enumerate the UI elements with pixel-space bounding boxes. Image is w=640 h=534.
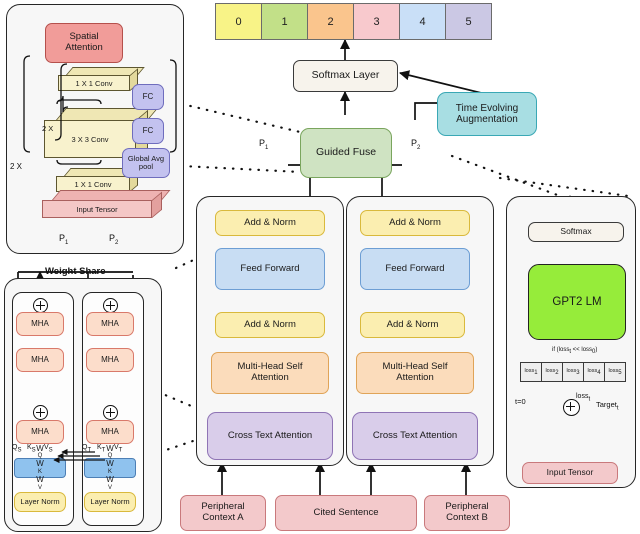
- add-norm-label: Add & Norm: [244, 318, 296, 330]
- loss-sequence-row: loss1 loss2 loss3 loss4 loss5: [520, 362, 626, 382]
- gpt2-input-tensor-label: Input Tensor: [546, 467, 594, 478]
- class-cell-1[interactable]: 1: [261, 3, 308, 40]
- add-norm-top-a[interactable]: Add & Norm: [215, 210, 325, 236]
- loss-cell-label: loss3: [566, 367, 580, 377]
- softmax-layer-label: Softmax Layer: [311, 69, 380, 82]
- class-cell-4[interactable]: 4: [399, 3, 446, 40]
- gpt2-lm-label: GPT2 LM: [552, 295, 602, 308]
- multi-head-self-attention-a[interactable]: Multi-Head Self Attention: [211, 352, 329, 394]
- gpt2-input-tensor-box[interactable]: Input Tensor: [522, 462, 618, 484]
- loss-cell-2: loss2: [541, 362, 563, 382]
- qkv-crosslinks: [53, 448, 105, 464]
- loss-cell-label: loss5: [608, 367, 622, 377]
- add-norm-label: Add & Norm: [244, 216, 296, 228]
- loss-cell-4: loss4: [583, 362, 605, 382]
- mhsa-line2: Attention: [396, 372, 434, 383]
- architecture-diagram: 0 1 2 3 4 5 Softmax Layer Guided Fuse Time Ev…: [0, 0, 640, 534]
- cited-sentence-box[interactable]: Cited Sentence: [275, 495, 417, 531]
- class-cell-2[interactable]: 2: [307, 3, 354, 40]
- gpt2-add-node: [563, 399, 580, 416]
- peripheral-context-b-box[interactable]: Peripheral Context B: [424, 495, 510, 531]
- peripheral-context-a-box[interactable]: Peripheral Context A: [180, 495, 266, 531]
- class-cell-3[interactable]: 3: [353, 3, 400, 40]
- time-evolving-augmentation-box[interactable]: Time Evolving Augmentation: [437, 92, 537, 136]
- loss-cell-label: loss1: [524, 367, 538, 377]
- feed-forward-label: Feed Forward: [240, 262, 300, 274]
- cross-text-attention-b[interactable]: Cross Text Attention: [352, 412, 478, 460]
- loss-cell-label: loss4: [587, 367, 601, 377]
- p1-center-label: P1: [259, 138, 269, 151]
- softmax-layer-box[interactable]: Softmax Layer: [293, 60, 398, 92]
- gpt2-lm-box[interactable]: GPT2 LM: [528, 264, 626, 340]
- add-norm-bottom-a[interactable]: Add & Norm: [215, 312, 325, 338]
- feed-forward-a[interactable]: Feed Forward: [215, 248, 325, 290]
- loss-cell-5: loss5: [604, 362, 626, 382]
- cross-text-attention-label: Cross Text Attention: [372, 429, 458, 441]
- t-zero-label: t=0: [515, 397, 526, 406]
- class-cell-label: 4: [419, 15, 426, 28]
- add-norm-label: Add & Norm: [389, 216, 441, 228]
- add-norm-bottom-b[interactable]: Add & Norm: [360, 312, 465, 338]
- class-cell-label: 3: [373, 15, 380, 28]
- p2-center-label: P2: [411, 138, 421, 151]
- loss-condition-label: if (losst << loss0): [552, 347, 598, 356]
- feed-forward-b[interactable]: Feed Forward: [360, 248, 470, 290]
- class-probability-strip: 0 1 2 3 4 5: [215, 3, 492, 40]
- guided-fuse-label: Guided Fuse: [315, 146, 377, 159]
- class-cell-0[interactable]: 0: [215, 3, 262, 40]
- add-norm-top-b[interactable]: Add & Norm: [360, 210, 470, 236]
- gpt2-softmax-box[interactable]: Softmax: [528, 222, 624, 242]
- gpt2-softmax-label: Softmax: [560, 226, 592, 237]
- class-cell-label: 2: [327, 15, 334, 28]
- class-cell-label: 1: [281, 15, 288, 28]
- input-line2: Context B: [446, 512, 488, 523]
- time-evolving-line2: Augmentation: [456, 114, 518, 125]
- loss-cell-label: loss2: [545, 367, 559, 377]
- class-cell-label: 5: [465, 15, 472, 28]
- target-label: Targett: [596, 400, 619, 412]
- time-evolving-line1: Time Evolving: [455, 102, 519, 114]
- input-line1: Cited Sentence: [313, 506, 379, 518]
- class-cell-5[interactable]: 5: [445, 3, 492, 40]
- mhsa-line2: Attention: [251, 372, 289, 383]
- loss-cell-1: loss1: [520, 362, 542, 382]
- guided-fuse-box[interactable]: Guided Fuse: [300, 128, 392, 178]
- add-norm-label: Add & Norm: [386, 318, 439, 330]
- feed-forward-label: Feed Forward: [385, 262, 445, 274]
- multi-head-self-attention-b[interactable]: Multi-Head Self Attention: [356, 352, 474, 394]
- cross-text-attention-a[interactable]: Cross Text Attention: [207, 412, 333, 460]
- loss-t-label: losst: [576, 393, 591, 403]
- cross-text-attention-label: Cross Text Attention: [227, 429, 313, 441]
- input-line2: Context A: [202, 512, 244, 523]
- loss-cell-3: loss3: [562, 362, 584, 382]
- class-cell-label: 0: [235, 15, 242, 28]
